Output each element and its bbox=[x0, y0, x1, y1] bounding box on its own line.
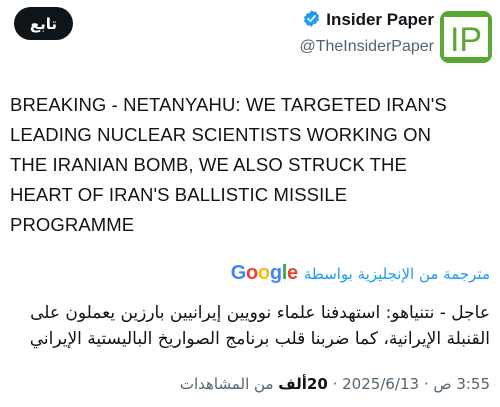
tweet-line: PROGRAMME bbox=[10, 214, 135, 235]
meta-separator: · bbox=[332, 375, 338, 393]
tweet-line: HEART OF IRAN'S BALLISTIC MISSILE bbox=[10, 184, 348, 205]
views-count[interactable]: 20ألف bbox=[278, 375, 328, 393]
tweet-line: BREAKING - NETANYAHU: WE TARGETED IRAN'S bbox=[10, 94, 447, 115]
translation-label[interactable]: مترجمة من الإنجليزية بواسطة bbox=[304, 265, 490, 283]
tweet-time[interactable]: 3:55 ص bbox=[433, 375, 490, 393]
tweet-line: THE IRANIAN BOMB, WE ALSO STRUCK THE bbox=[10, 154, 407, 175]
tweet-date[interactable]: 2025/6/13 bbox=[342, 375, 419, 393]
translation-attribution[interactable]: مترجمة من الإنجليزية بواسطة Google bbox=[231, 262, 490, 285]
author-handle[interactable]: @TheInsiderPaper bbox=[299, 38, 434, 56]
tweet-text: BREAKING - NETANYAHU: WE TARGETED IRAN'S… bbox=[10, 90, 490, 240]
follow-button[interactable]: تابع bbox=[14, 7, 73, 40]
avatar-logo-text: IP bbox=[450, 21, 482, 59]
meta-separator: · bbox=[423, 375, 429, 393]
tweet-header: تابع Insider Paper @TheInsiderPaper IP bbox=[0, 0, 500, 76]
author-display-name[interactable]: Insider Paper bbox=[326, 10, 434, 30]
tweet-meta: 3:55 ص · 2025/6/13 · 20ألف من المشاهدات bbox=[180, 375, 490, 393]
translated-line: عاجل - نتنياهو: استهدفنا علماء نوويين إي… bbox=[30, 303, 490, 323]
tweet-line: LEADING NUCLEAR SCIENTISTS WORKING ON bbox=[10, 124, 432, 145]
verified-badge-icon bbox=[302, 9, 321, 32]
views-label: من المشاهدات bbox=[179, 375, 274, 393]
translated-line: القنبلة الإيرانية، كما ضربنا قلب برنامج … bbox=[29, 329, 490, 349]
author-info: Insider Paper @TheInsiderPaper bbox=[299, 7, 434, 56]
avatar[interactable]: IP bbox=[440, 11, 492, 63]
google-logo: Google bbox=[230, 262, 298, 284]
translated-tweet-text: عاجل - نتنياهو: استهدفنا علماء نوويين إي… bbox=[10, 300, 490, 352]
